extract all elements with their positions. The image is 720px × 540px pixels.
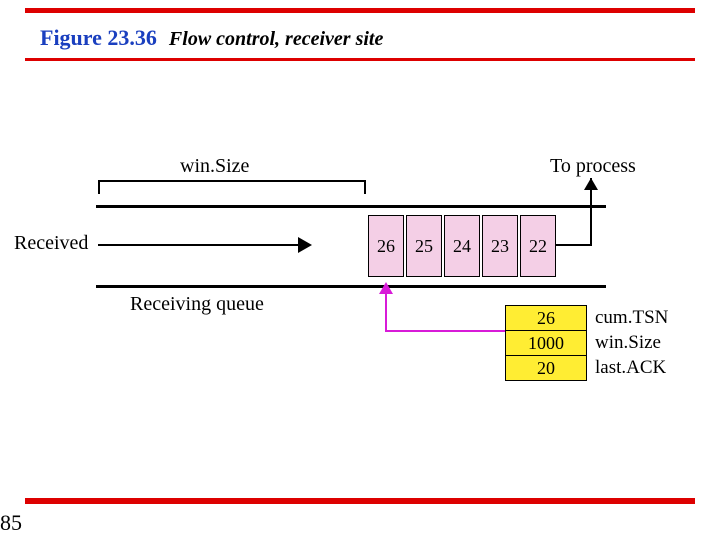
- figure-title: Flow control, receiver site: [169, 28, 383, 50]
- queue-top-rail: [96, 205, 606, 208]
- winsize-bracket-left: [98, 180, 100, 194]
- queue-cell: 23: [482, 215, 518, 277]
- label-lastack: last.ACK: [595, 355, 668, 380]
- figure-number: Figure 23.36: [40, 25, 157, 50]
- received-label: Received: [14, 232, 88, 255]
- receiver-state-table: 26 1000 20: [505, 305, 587, 381]
- to-process-label: To process: [550, 155, 636, 178]
- title-underline: [25, 58, 695, 61]
- queue-cell: 24: [444, 215, 480, 277]
- winsize-bracket-right: [364, 180, 366, 194]
- winsize-label: win.Size: [180, 155, 249, 178]
- label-cumtsn: cum.TSN: [595, 305, 668, 330]
- table-row: 20: [506, 356, 586, 380]
- arrow-up-magenta-icon: [379, 282, 393, 294]
- winsize-bracket: [98, 180, 366, 182]
- label-winsize: win.Size: [595, 330, 668, 355]
- cumtsn-pointer-h: [385, 330, 505, 332]
- table-row: 1000: [506, 331, 586, 356]
- top-red-bar: [25, 8, 695, 13]
- queue-cell: 25: [406, 215, 442, 277]
- queue-cell: 22: [520, 215, 556, 277]
- arrow-right-icon: [298, 237, 312, 253]
- receiver-state-labels: cum.TSN win.Size last.ACK: [595, 305, 668, 380]
- receiving-queue-label: Receiving queue: [130, 293, 264, 316]
- table-row: 26: [506, 306, 586, 331]
- cumtsn-pointer-v: [385, 290, 387, 332]
- received-arrow-line: [98, 244, 298, 246]
- queue-bottom-rail: [96, 285, 606, 288]
- arrow-up-icon: [584, 178, 598, 190]
- page-number: 85: [0, 510, 22, 536]
- to-process-arrow-h: [555, 244, 592, 246]
- queue-cell: 26: [368, 215, 404, 277]
- figure-heading: Figure 23.36 Flow control, receiver site: [40, 25, 383, 51]
- bottom-red-bar: [25, 498, 695, 504]
